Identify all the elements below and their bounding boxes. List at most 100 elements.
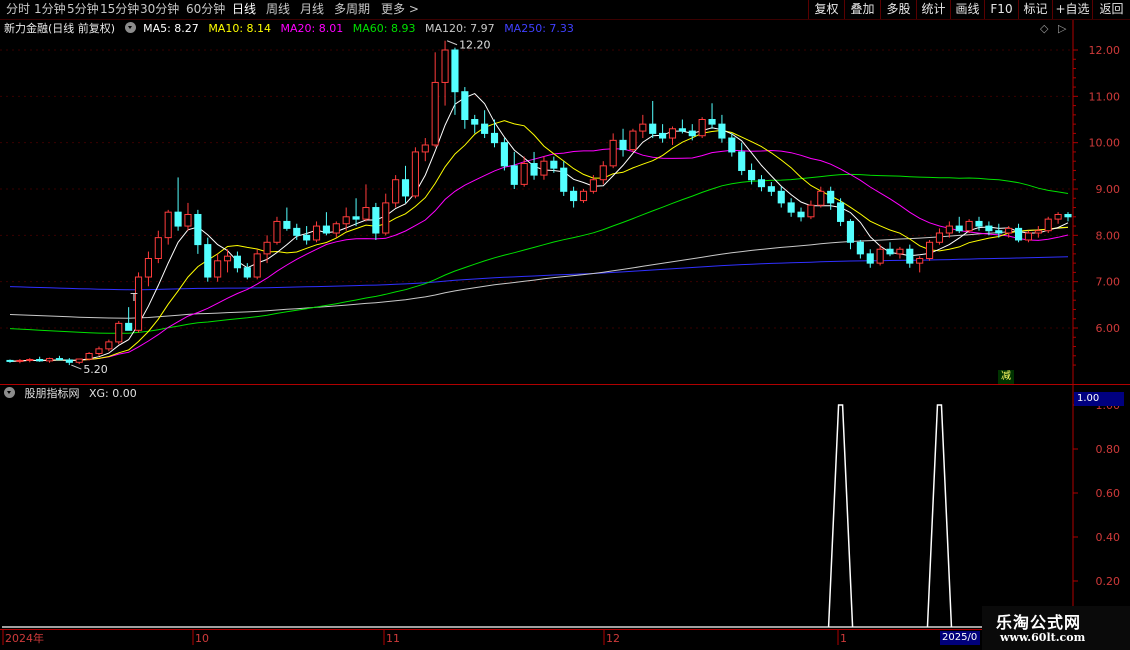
indicator-value-badge: 1.00 xyxy=(1074,392,1124,406)
candle xyxy=(688,124,696,141)
legend-dropdown-icon[interactable] xyxy=(124,22,136,33)
candle-body xyxy=(540,160,548,176)
candle-body xyxy=(748,169,756,181)
candle-body xyxy=(698,119,706,137)
candle-body xyxy=(342,216,350,225)
indicator-title: 股朋指标网 xyxy=(24,387,80,400)
price-tick-label: 12.00 xyxy=(1089,44,1121,57)
candle-body xyxy=(382,202,390,234)
candle xyxy=(392,175,400,208)
candle xyxy=(16,359,24,364)
candle-body xyxy=(115,322,123,343)
candle xyxy=(767,182,775,196)
candle-body xyxy=(273,220,281,243)
candle-body xyxy=(164,211,172,239)
candle xyxy=(441,40,449,106)
candle-body xyxy=(500,142,508,167)
candle-body xyxy=(975,220,983,227)
candle xyxy=(461,87,469,129)
candle-body xyxy=(935,232,944,243)
candle xyxy=(579,189,588,203)
candle xyxy=(382,193,390,236)
candle-body xyxy=(481,123,489,134)
candle-body xyxy=(490,132,499,144)
candle xyxy=(243,263,251,280)
candle-body xyxy=(668,128,677,139)
candle-body xyxy=(995,230,1003,234)
candle xyxy=(451,47,459,115)
candle xyxy=(599,161,607,185)
chart-grid xyxy=(0,49,1072,329)
candle xyxy=(728,133,736,157)
candle xyxy=(490,119,499,148)
candle xyxy=(332,221,340,238)
candle xyxy=(560,161,568,196)
candle-body xyxy=(421,144,429,153)
candlestick-chart[interactable]: 12.00 11.00 10.00 9.00 8.00 7.00 6.00 1.00 0.80 0… xyxy=(0,0,1130,650)
candle-body xyxy=(945,225,953,234)
watermark-title: 乐淘公式网 xyxy=(996,613,1082,632)
ma120-label: MA120: 7.97 xyxy=(424,22,495,35)
candle-body xyxy=(303,234,311,241)
candle-body xyxy=(688,130,696,137)
candle xyxy=(649,100,657,139)
play-icon[interactable]: ▷ xyxy=(1058,22,1066,35)
price-tick-label: 7.00 xyxy=(1096,276,1121,289)
candle-body xyxy=(866,253,874,264)
candle xyxy=(955,216,963,234)
candle-body xyxy=(372,207,380,234)
xg-signal-spike xyxy=(827,404,854,628)
candle xyxy=(738,142,746,176)
candle xyxy=(609,133,617,169)
candle-body xyxy=(708,119,716,125)
candle xyxy=(807,200,815,220)
candle-body xyxy=(659,132,667,139)
date-tick-label: 12 xyxy=(606,632,620,645)
candle xyxy=(421,138,429,162)
candle-body xyxy=(599,165,607,181)
indicator-tick-label: 0.40 xyxy=(1096,531,1121,544)
candle-body xyxy=(876,248,884,264)
candle xyxy=(372,202,380,240)
candle-body xyxy=(1024,232,1033,241)
candle-body xyxy=(362,207,370,220)
date-tick-label: 10 xyxy=(195,632,209,645)
candle-body xyxy=(856,241,864,255)
candle-body xyxy=(95,348,103,354)
candle xyxy=(668,126,677,145)
candle-body xyxy=(906,248,914,264)
candle xyxy=(283,207,291,231)
candle xyxy=(75,358,83,365)
date-tick-label: 11 xyxy=(386,632,400,645)
candle xyxy=(1064,212,1072,222)
candle-body xyxy=(520,163,528,185)
candle-body xyxy=(322,225,330,234)
candle-body xyxy=(1034,230,1042,234)
candle xyxy=(164,209,172,245)
candle xyxy=(1034,226,1042,238)
candle xyxy=(55,355,64,361)
candle xyxy=(797,207,805,222)
indicator-tick-label: 0.20 xyxy=(1096,575,1121,588)
candle-body xyxy=(797,211,805,218)
candle xyxy=(619,128,627,157)
candle-body xyxy=(629,130,637,151)
price-tick-label: 9.00 xyxy=(1096,183,1121,196)
indicator-dropdown-icon[interactable] xyxy=(4,387,15,398)
candle-body xyxy=(678,128,686,132)
candle xyxy=(530,151,538,180)
candle-body xyxy=(223,255,232,262)
candle-body xyxy=(718,123,726,139)
candle xyxy=(95,346,103,356)
reduce-badge: 减 xyxy=(998,370,1014,384)
candle-body xyxy=(214,260,222,278)
diamond-icon[interactable]: ◇ xyxy=(1040,22,1048,35)
candle-body xyxy=(728,137,736,153)
candle-body xyxy=(985,225,993,232)
candle xyxy=(926,239,934,261)
watermark-logo: 乐淘公式网 www.60lt.com xyxy=(982,606,1130,650)
candle xyxy=(401,165,410,203)
candle xyxy=(184,202,192,231)
candle xyxy=(45,357,54,363)
candle-body xyxy=(293,227,301,236)
